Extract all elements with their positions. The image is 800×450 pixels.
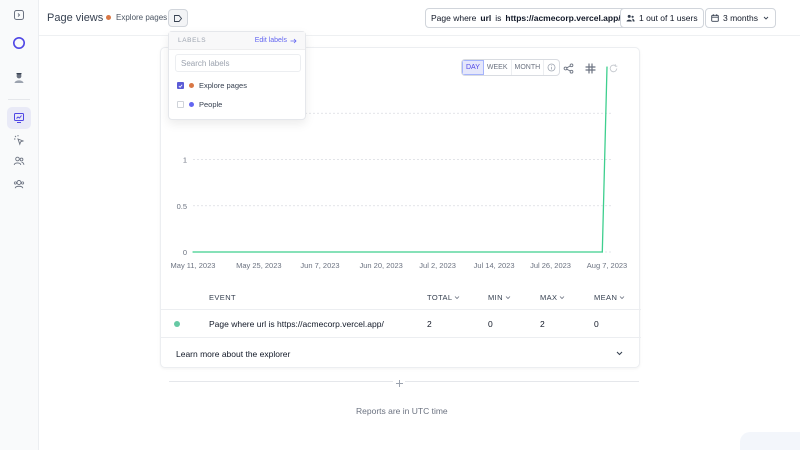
x-tick-label: Jul 2, 2023 <box>419 261 456 270</box>
x-tick-label: Jul 14, 2023 <box>474 261 515 270</box>
users-filter-text: 1 out of 1 users <box>639 13 698 23</box>
workspace-logo-icon[interactable] <box>7 32 31 54</box>
header-bar: Page views Explore pages Page where url … <box>39 0 800 36</box>
row-min: 0 <box>488 319 493 329</box>
col-min-label: MIN <box>488 293 503 302</box>
app: Page views Explore pages Page where url … <box>0 0 800 450</box>
y-tick-label: 1 <box>183 156 187 165</box>
label-checkbox[interactable] <box>177 101 184 108</box>
row-total: 2 <box>427 319 432 329</box>
row-max: 2 <box>540 319 545 329</box>
sort-chevron-icon <box>455 296 460 300</box>
x-tick-label: Aug 7, 2023 <box>587 261 627 270</box>
sort-chevron-icon <box>505 296 511 300</box>
x-tick-label: May 11, 2023 <box>171 261 216 270</box>
check-icon <box>178 83 183 88</box>
label-color-dot <box>106 15 111 20</box>
users-icon[interactable] <box>7 150 31 172</box>
sort-chevron-icon <box>619 296 625 300</box>
label-color-dot <box>189 102 194 107</box>
label-color-dot <box>189 83 194 88</box>
calendar-icon <box>711 14 719 22</box>
data-point <box>192 251 194 253</box>
x-tick-label: Jul 26, 2023 <box>530 261 571 270</box>
users-icon <box>626 14 635 22</box>
sidebar-divider <box>8 99 30 100</box>
col-max-label: MAX <box>540 293 558 302</box>
explorer-icon[interactable] <box>7 107 31 129</box>
col-max[interactable]: MAX <box>540 293 565 302</box>
col-total[interactable]: TOTAL <box>427 293 460 302</box>
sidebar <box>0 0 39 450</box>
label-checkbox[interactable] <box>177 82 184 89</box>
corner-widget <box>740 432 800 450</box>
event-filter-button[interactable]: Page where url is https://acmecorp.verce… <box>425 8 627 28</box>
active-label-text: Explore pages <box>116 13 168 22</box>
date-range-button[interactable]: 3 months <box>705 8 776 28</box>
learn-more-text: Learn more about the explorer <box>176 349 291 359</box>
page-title: Page views <box>47 12 104 24</box>
label-option-text: People <box>199 100 223 109</box>
label-tag-icon <box>174 14 183 22</box>
labels-dropdown-header: LABELS Edit labels <box>169 32 305 50</box>
filter-operator: is <box>495 13 502 23</box>
team-settings-icon[interactable] <box>7 173 31 195</box>
learn-more-row[interactable]: Learn more about the explorer <box>161 340 641 368</box>
date-range-text: 3 months <box>723 13 758 23</box>
add-chart-button[interactable] <box>393 377 405 389</box>
chevron-down-icon <box>616 351 623 356</box>
row-event: Page where url is https://acmecorp.verce… <box>209 319 384 329</box>
labels-dropdown: LABELS Edit labels Search labels Explore… <box>168 31 306 120</box>
data-point <box>601 251 603 253</box>
label-option[interactable]: People <box>169 95 305 114</box>
x-tick-label: Jun 20, 2023 <box>359 261 402 270</box>
edit-labels-text: Edit labels <box>254 37 287 44</box>
arrow-right-icon <box>290 38 297 43</box>
label-option[interactable]: Explore pages <box>169 76 305 95</box>
sidebar-toggle-icon[interactable] <box>7 4 31 26</box>
chevron-down-icon <box>763 16 769 20</box>
plus-cursor-icon <box>395 379 403 387</box>
y-tick-label: 0 <box>183 248 187 257</box>
y-tick-label: 0.5 <box>177 202 187 211</box>
user-avatar-icon[interactable] <box>7 67 31 89</box>
series-color-dot <box>174 321 180 327</box>
filter-value: https://acmecorp.vercel.app/ <box>505 13 621 23</box>
users-filter-button[interactable]: 1 out of 1 users <box>620 8 704 28</box>
col-total-label: TOTAL <box>427 293 453 302</box>
col-mean[interactable]: MEAN <box>594 293 625 302</box>
x-tick-label: Jun 7, 2023 <box>300 261 339 270</box>
label-search-input[interactable]: Search labels <box>175 54 301 72</box>
sort-chevron-icon <box>560 296 565 300</box>
labels-heading: LABELS <box>178 37 207 44</box>
label-option-text: Explore pages <box>199 81 247 90</box>
label-picker-button[interactable] <box>168 9 188 27</box>
events-table: EVENT TOTAL MIN MAX MEAN Page where url … <box>161 282 641 338</box>
x-tick-label: May 25, 2023 <box>236 261 281 270</box>
table-row[interactable]: Page where url is https://acmecorp.verce… <box>161 310 641 338</box>
data-point <box>606 66 608 68</box>
filter-prefix: Page where <box>431 13 477 23</box>
active-label-chip[interactable]: Explore pages <box>106 13 167 22</box>
table-header: EVENT TOTAL MIN MAX MEAN <box>161 282 641 310</box>
cursor-click-icon[interactable] <box>7 129 31 151</box>
col-mean-label: MEAN <box>594 293 618 302</box>
timezone-note-text: Reports are in UTC time <box>356 406 448 416</box>
col-min[interactable]: MIN <box>488 293 511 302</box>
col-event: EVENT <box>209 293 237 302</box>
edit-labels-link[interactable]: Edit labels <box>255 37 297 44</box>
filter-field: url <box>480 13 492 23</box>
row-mean: 0 <box>594 319 599 329</box>
